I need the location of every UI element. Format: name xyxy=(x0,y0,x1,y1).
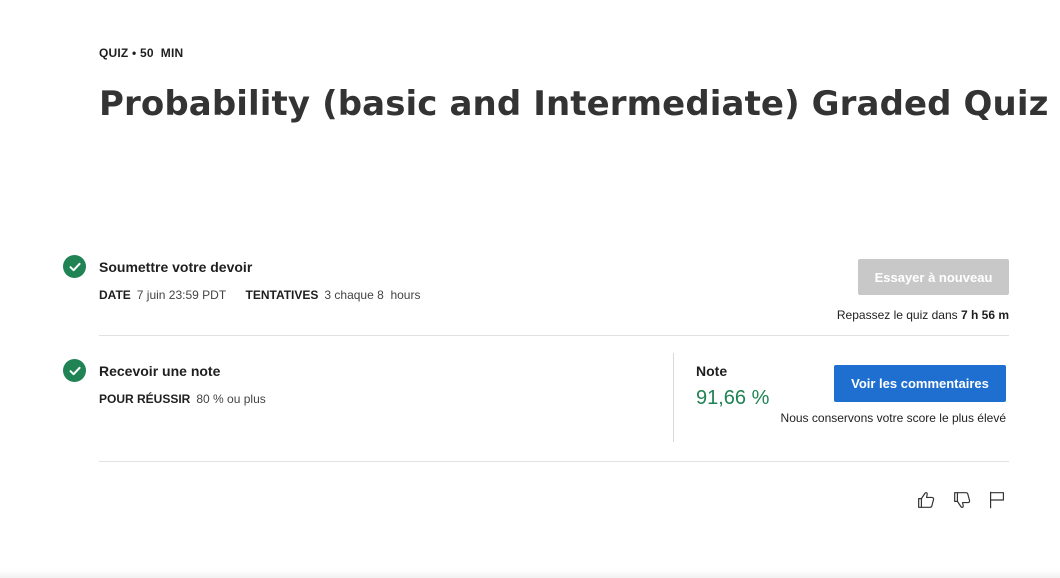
view-feedback-button[interactable]: Voir les commentaires xyxy=(834,365,1006,402)
retry-countdown-time: 7 h 56 m xyxy=(960,308,1009,322)
item-type: QUIZ xyxy=(99,46,129,60)
submit-step-title: Soumettre votre devoir xyxy=(99,259,253,275)
page-title: Probability (basic and Intermediate) Gra… xyxy=(99,84,1049,124)
flag-icon[interactable] xyxy=(985,488,1009,512)
quiz-duration: 50 MIN xyxy=(139,46,184,60)
submit-step-details: DATE 7 juin 23:59 PDT TENTATIVES 3 chaque … xyxy=(99,288,436,302)
pass-threshold-value: 80 % ou plus xyxy=(196,392,266,406)
page-bottom-edge xyxy=(0,570,1060,578)
meta-separator: • xyxy=(132,46,137,60)
retry-countdown-note: Repassez le quiz dans 7 h 56 m xyxy=(837,308,1009,322)
grade-complete-check-icon xyxy=(63,359,86,382)
due-date-value: 7 juin 23:59 PDT xyxy=(136,288,227,302)
grade-value: 91,66 % xyxy=(696,387,770,409)
due-date-label: DATE xyxy=(99,288,131,302)
grade-column-divider xyxy=(673,353,674,442)
grade-label: Note xyxy=(696,363,728,379)
attempts-label: TENTATIVES xyxy=(245,288,319,302)
retry-note-text: Repassez le quiz dans xyxy=(836,308,958,322)
attempts-value: 3 chaque 8 hours xyxy=(324,288,421,302)
pass-threshold-label: POUR RÉUSSIR xyxy=(99,392,191,406)
grade-step-title: Recevoir une note xyxy=(99,363,221,379)
section-divider-bottom xyxy=(99,461,1009,462)
retry-button[interactable]: Essayer à nouveau xyxy=(858,259,1009,295)
quiz-meta: QUIZ • 50 MIN xyxy=(99,46,183,60)
section-divider xyxy=(99,335,1009,336)
grade-step-details: POUR RÉUSSIR 80 % ou plus xyxy=(99,392,282,406)
like-icon[interactable] xyxy=(914,488,938,512)
submit-complete-check-icon xyxy=(63,255,86,278)
dislike-icon[interactable] xyxy=(950,488,974,512)
highest-score-note: Nous conservons votre score le plus élev… xyxy=(780,411,1006,425)
